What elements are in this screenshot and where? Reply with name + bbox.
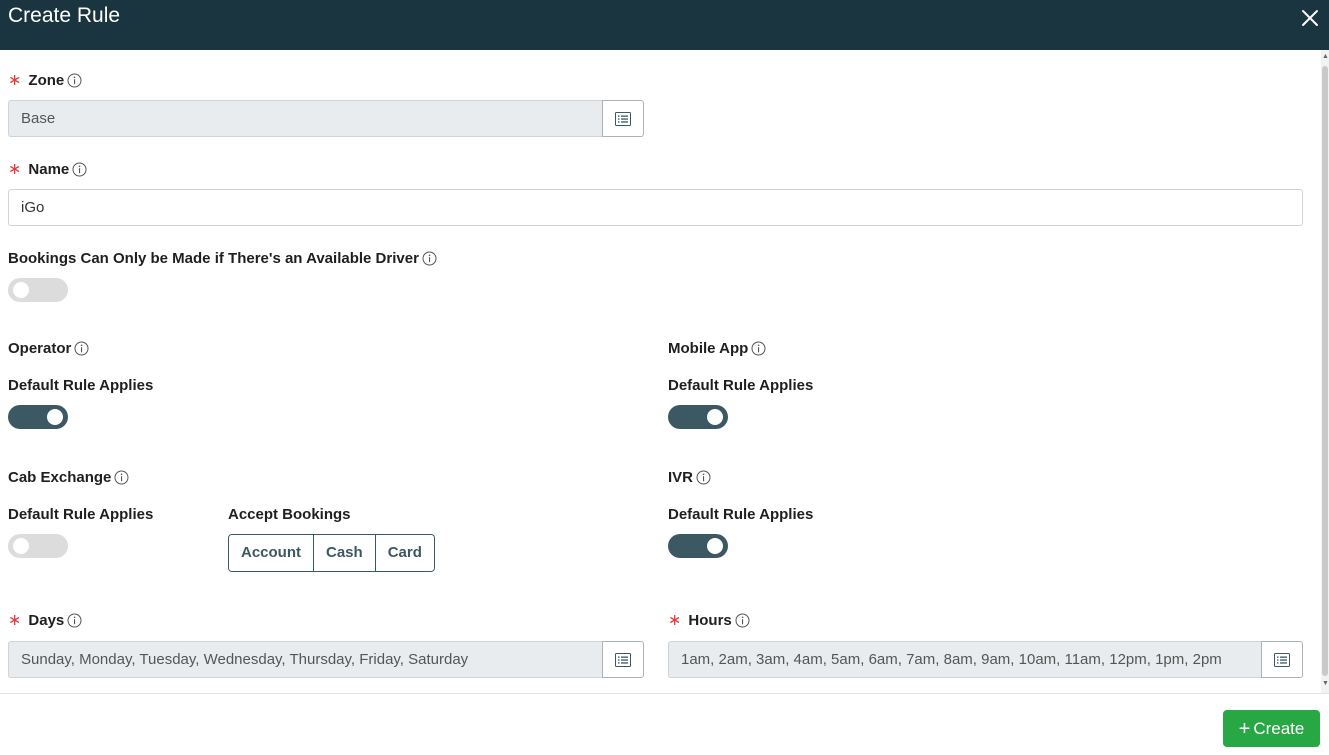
driver-required-toggle[interactable]: [8, 278, 68, 302]
required-asterisk-icon: ∗: [668, 611, 682, 629]
zone-picker-button[interactable]: [602, 100, 644, 137]
dialog-header: Create Rule: [0, 0, 1329, 50]
days-picker-button[interactable]: [602, 641, 644, 678]
scroll-down-icon[interactable]: ▼: [1322, 680, 1329, 688]
dialog-title: Create Rule: [8, 4, 121, 27]
zone-field[interactable]: Base: [8, 100, 644, 137]
dialog-body: ∗ Zone Base ∗ Name iGo Bookings Can Only…: [0, 50, 1321, 693]
info-icon: [735, 613, 750, 628]
info-icon: [751, 341, 766, 356]
info-icon: [422, 251, 437, 266]
cab-exchange-toggle[interactable]: [8, 534, 68, 558]
info-icon: [67, 613, 82, 628]
accept-account-button[interactable]: Account: [229, 535, 313, 571]
days-field[interactable]: Sunday, Monday, Tuesday, Wednesday, Thur…: [8, 641, 644, 678]
name-input[interactable]: iGo: [8, 189, 1303, 226]
operator-label: Operator: [8, 340, 89, 357]
scroll-up-icon[interactable]: ▲: [1322, 53, 1329, 61]
zone-label: ∗ Zone: [8, 72, 82, 89]
cab-exchange-default-label: Default Rule Applies: [8, 506, 154, 523]
required-asterisk-icon: ∗: [8, 611, 22, 629]
mobile-app-label: Mobile App: [668, 340, 766, 357]
required-asterisk-icon: ∗: [8, 71, 22, 89]
info-icon: [696, 470, 711, 485]
info-icon: [114, 470, 129, 485]
plus-icon: +: [1238, 717, 1251, 740]
hours-picker-button[interactable]: [1261, 641, 1303, 678]
info-icon: [67, 73, 82, 88]
info-icon: [72, 162, 87, 177]
accept-bookings-group: Account Cash Card: [228, 534, 435, 572]
hours-input[interactable]: 1am, 2am, 3am, 4am, 5am, 6am, 7am, 8am, …: [668, 641, 1261, 678]
info-icon: [74, 341, 89, 356]
list-icon: [615, 652, 631, 667]
name-label: ∗ Name: [8, 161, 87, 178]
operator-default-label: Default Rule Applies: [8, 377, 154, 394]
dialog-footer: [0, 693, 1329, 755]
close-icon[interactable]: [1299, 7, 1321, 29]
list-icon: [1274, 652, 1290, 667]
operator-toggle[interactable]: [8, 405, 68, 429]
days-input[interactable]: Sunday, Monday, Tuesday, Wednesday, Thur…: [8, 641, 602, 678]
accept-card-button[interactable]: Card: [374, 535, 434, 571]
required-asterisk-icon: ∗: [8, 160, 22, 178]
accept-cash-button[interactable]: Cash: [313, 535, 375, 571]
zone-input[interactable]: Base: [8, 100, 602, 137]
ivr-label: IVR: [668, 469, 711, 486]
days-label: ∗ Days: [8, 612, 82, 629]
ivr-default-label: Default Rule Applies: [668, 506, 814, 523]
scroll-thumb[interactable]: [1322, 66, 1328, 676]
hours-field[interactable]: 1am, 2am, 3am, 4am, 5am, 6am, 7am, 8am, …: [668, 641, 1303, 678]
cab-exchange-label: Cab Exchange: [8, 469, 129, 486]
hours-label: ∗ Hours: [668, 612, 750, 629]
driver-required-label: Bookings Can Only be Made if There's an …: [8, 250, 437, 267]
list-icon: [615, 111, 631, 126]
mobile-app-default-label: Default Rule Applies: [668, 377, 814, 394]
vertical-scrollbar[interactable]: ▲ ▼: [1321, 50, 1329, 693]
create-button[interactable]: + Create: [1223, 710, 1320, 747]
accept-bookings-label: Accept Bookings: [228, 506, 351, 523]
ivr-toggle[interactable]: [668, 534, 728, 558]
mobile-app-toggle[interactable]: [668, 405, 728, 429]
